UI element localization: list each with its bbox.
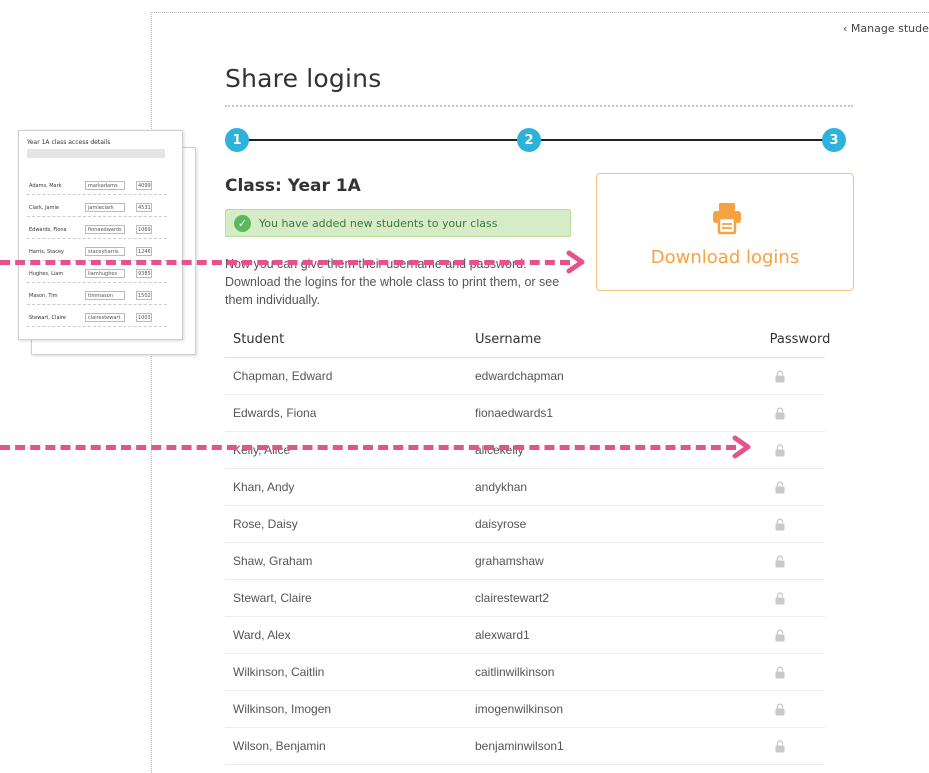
student-name: Shaw, Graham (233, 554, 313, 568)
password-lock-icon[interactable] (735, 369, 825, 383)
class-heading: Class: Year 1A (225, 176, 361, 196)
password-lock-icon[interactable] (735, 406, 825, 420)
student-username: daisyrose (475, 517, 527, 531)
student-name: Edwards, Fiona (233, 406, 317, 420)
printout-student-name: Harris, Stacey (29, 249, 65, 255)
password-lock-icon[interactable] (735, 628, 825, 642)
student-name: Wilson, Benjamin (233, 739, 326, 753)
student-username: edwardchapman (475, 369, 564, 383)
student-username: fionaedwards1 (475, 406, 554, 420)
table-row: Wilson, Benjamin benjaminwilson1 (225, 728, 825, 765)
step-3-circle: 3 (822, 128, 846, 152)
table-row: Chapman, Edward edwardchapman (225, 358, 825, 395)
printout-title: Year 1A class access details (27, 139, 111, 146)
student-username: benjaminwilson1 (475, 739, 564, 753)
printout-password: 1069 (136, 225, 152, 234)
table-row: Edwards, Fiona fionaedwards1 (225, 395, 825, 432)
student-username: imogenwilkinson (475, 702, 564, 716)
table-row: Rose, Daisy daisyrose (225, 506, 825, 543)
printout-row: Mason, Tim timmason 1502 (27, 287, 167, 305)
table-row: Shaw, Graham grahamshaw (225, 543, 825, 580)
printout-username: staceyharris (85, 247, 125, 256)
printout-student-name: Adams, Mark (29, 183, 62, 189)
printout-username: fionaedwards (85, 225, 125, 234)
printout-row: Hughes, Liam liamhughes 9385 (27, 265, 167, 283)
alert-text: You have added new students to your clas… (259, 216, 498, 230)
table-row: Wilkinson, Imogen imogenwilkinson (225, 691, 825, 728)
printout-student-name: Clark, Jamie (29, 205, 59, 211)
password-lock-icon[interactable] (735, 517, 825, 531)
table-row: Khan, Andy andykhan (225, 469, 825, 506)
student-username: alexward1 (475, 628, 530, 642)
printout-password: 4099 (136, 181, 152, 190)
printout-username: liamhughes (85, 269, 125, 278)
student-name: Wilkinson, Imogen (233, 702, 332, 716)
table-row: Wilkinson, Caitlin caitlinwilkinson (225, 654, 825, 691)
page-frame-left-border (151, 12, 152, 773)
page-frame-top-border (151, 12, 929, 13)
printer-icon (713, 203, 741, 235)
table-row: Ward, Alex alexward1 (225, 617, 825, 654)
table-body: Chapman, Edward edwardchapman Edwards, Fio… (225, 358, 825, 765)
printout-username: clairestewart (85, 313, 125, 322)
printout-student-name: Hughes, Liam (29, 271, 64, 277)
password-lock-icon[interactable] (735, 591, 825, 605)
student-name: Rose, Daisy (233, 517, 298, 531)
download-logins-button[interactable]: Download logins (596, 173, 854, 291)
student-name: Ward, Alex (233, 628, 291, 642)
printout-front-page: Year 1A class access details Adams, Mark… (18, 130, 183, 340)
printout-warning-bar (27, 149, 165, 158)
step-2-circle: 2 (517, 128, 541, 152)
printout-student-name: Mason, Tim (29, 293, 58, 299)
student-username: grahamshaw (475, 554, 544, 568)
header-username: Username (475, 332, 542, 347)
student-name: Chapman, Edward (233, 369, 333, 383)
manage-students-link[interactable]: ‹ Manage students (843, 22, 929, 35)
printout-password: 9385 (136, 269, 152, 278)
password-lock-icon[interactable] (735, 554, 825, 568)
page-title: Share logins (225, 64, 382, 93)
printout-row: Harris, Stacey staceyharris 1246 (27, 243, 167, 261)
printout-username: jamieclark (85, 203, 125, 212)
step-connector-1 (248, 139, 518, 141)
title-divider (225, 105, 853, 107)
printout-password: 1246 (136, 247, 152, 256)
checkmark-icon: ✓ (234, 214, 251, 232)
printout-row: Stewart, Claire clairestewart 1003 (27, 309, 167, 327)
password-lock-icon[interactable] (735, 665, 825, 679)
printout-student-name: Edwards, Fiona (29, 227, 67, 233)
success-alert: ✓ You have added new students to your cl… (225, 209, 571, 237)
printout-password: 1502 (136, 291, 152, 300)
step-connector-2 (541, 139, 823, 141)
table-header: Student Username Password (225, 322, 831, 358)
password-lock-icon[interactable] (735, 480, 825, 494)
student-name: Wilkinson, Caitlin (233, 665, 325, 679)
printout-password: 4531 (136, 203, 152, 212)
student-name: Khan, Andy (233, 480, 295, 494)
student-username: andykhan (475, 480, 528, 494)
download-logins-label: Download logins (650, 247, 800, 268)
password-lock-icon[interactable] (735, 702, 825, 716)
printout-username: markadams (85, 181, 125, 190)
student-name: Stewart, Claire (233, 591, 312, 605)
student-username: clairestewart2 (475, 591, 550, 605)
password-lock-icon[interactable] (735, 739, 825, 753)
printout-fine-print (27, 161, 177, 173)
printout-row: Clark, Jamie jamieclark 4531 (27, 199, 167, 217)
printout-student-name: Stewart, Claire (29, 315, 66, 321)
step-1-circle: 1 (225, 128, 249, 152)
table-row: Stewart, Claire clairestewart2 (225, 580, 825, 617)
header-student: Student (233, 332, 285, 347)
printout-row: Edwards, Fiona fionaedwards 1069 (27, 221, 167, 239)
header-password: Password (769, 332, 831, 347)
students-table: Student Username Password Chapman, Edwar… (225, 322, 831, 765)
printout-username: timmason (85, 291, 125, 300)
printout-password: 1003 (136, 313, 152, 322)
printout-row: Adams, Mark markadams 4099 (27, 177, 167, 195)
student-username: caitlinwilkinson (475, 665, 555, 679)
